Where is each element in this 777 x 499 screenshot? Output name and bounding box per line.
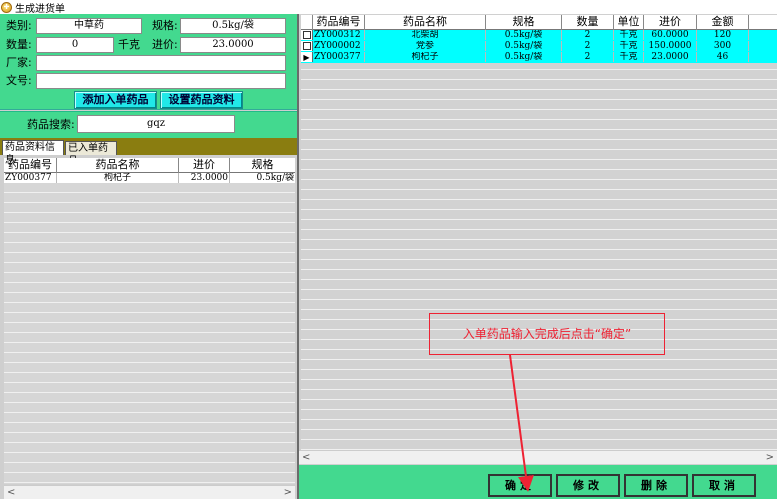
category-field[interactable]: 中草药 [36, 18, 142, 34]
table-cell: ZY000377 [4, 173, 57, 183]
window-title: 生成进货单 [15, 3, 65, 15]
left-horizontal-scrollbar[interactable]: < > [4, 485, 295, 499]
tab-strip: 药品资料信息 已入单药品 [0, 138, 297, 167]
table-cell: 0.5kg/袋 [486, 30, 562, 40]
spec-label: 规格: [152, 19, 178, 32]
maker-field[interactable] [36, 55, 286, 71]
table-row[interactable]: ZY000312 北柴胡 0.5kg/袋 2 千克 60.0000 120 [301, 30, 777, 41]
right-panel: 药品编号 药品名称 规格 数量 单位 进价 金额 ZY000312 北柴胡 0.… [299, 14, 777, 499]
row-checkbox[interactable] [301, 30, 313, 40]
table-cell: 北柴胡 [365, 30, 486, 40]
order-table: 药品编号 药品名称 规格 数量 单位 进价 金额 ZY000312 北柴胡 0.… [301, 15, 777, 450]
column-header[interactable]: 药品名称 [365, 15, 486, 30]
qty-field[interactable]: 0 [36, 37, 114, 53]
table-cell: 23.0000 [644, 52, 697, 62]
column-header[interactable]: 药品编号 [313, 15, 365, 30]
column-header[interactable]: 规格 [230, 158, 295, 173]
qty-label: 数量: [6, 38, 32, 51]
table-cell: 2 [562, 41, 614, 51]
table-cell: 千克 [614, 52, 644, 62]
table-cell: 千克 [614, 41, 644, 51]
table-cell: 千克 [614, 30, 644, 40]
right-horizontal-scrollbar[interactable]: < > [299, 450, 777, 464]
table-cell: 120 [697, 30, 749, 40]
tab-ordered-drugs[interactable]: 已入单药品 [65, 141, 117, 167]
column-header[interactable]: 药品名称 [57, 158, 179, 173]
cancel-button[interactable]: 取消 [692, 474, 756, 497]
search-input[interactable]: gqz [77, 115, 235, 133]
price-field[interactable]: 23.0000 [180, 37, 286, 53]
column-header[interactable]: 进价 [644, 15, 697, 30]
scroll-left-arrow[interactable]: < [302, 452, 310, 463]
drug-info-table: 药品编号 药品名称 进价 规格 ZY000377 枸杞子 23.0000 0.5… [4, 158, 295, 484]
table-cell: 2 [562, 52, 614, 62]
table-cell-filler [749, 30, 777, 40]
maker-label: 厂家: [6, 56, 32, 69]
left-panel: 类别: 中草药 规格: 0.5kg/袋 数量: 0 千克 进价: 23.0000… [0, 14, 297, 499]
delete-button[interactable]: 删除 [624, 474, 688, 497]
table-cell: ZY000002 [313, 41, 365, 51]
column-header[interactable]: 单位 [614, 15, 644, 30]
search-bar: 药品搜索: gqz [0, 111, 297, 138]
window-titlebar: ✚ 生成进货单 [0, 0, 777, 15]
table-cell: ZY000312 [313, 30, 365, 40]
table-cell-filler [749, 41, 777, 51]
table-cell: 0.5kg/袋 [486, 41, 562, 51]
drug-settings-button[interactable]: 设置药品资料 [160, 91, 243, 109]
scroll-left-arrow[interactable]: < [7, 487, 15, 498]
current-row-pointer-icon: ▶ [301, 52, 313, 62]
table-cell: 0.5kg/袋 [256, 173, 294, 183]
order-table-header: 药品编号 药品名称 规格 数量 单位 进价 金额 [301, 15, 777, 30]
table-row-current[interactable]: ▶ ZY000377 枸杞子 0.5kg/袋 2 千克 23.0000 46 [301, 52, 777, 63]
unit-label: 千克 [118, 38, 140, 51]
column-header[interactable]: 进价 [179, 158, 230, 173]
column-header[interactable]: 数量 [562, 15, 614, 30]
table-cell-filler [749, 52, 777, 62]
add-to-order-button[interactable]: 添加入单药品 [74, 91, 157, 109]
column-header[interactable]: 规格 [486, 15, 562, 30]
order-rows: ZY000312 北柴胡 0.5kg/袋 2 千克 60.0000 120 ZY… [301, 30, 777, 450]
table-cell: 党参 [365, 41, 486, 51]
price-label: 进价: [152, 38, 178, 51]
table-row[interactable]: ZY000377 枸杞子 23.0000 0.5kg/袋 [4, 173, 295, 183]
table-cell: 46 [697, 52, 749, 62]
table-cell: 23.0000 [179, 173, 230, 183]
column-header-filler [749, 15, 777, 30]
scroll-right-arrow[interactable]: > [766, 452, 774, 463]
confirm-button[interactable]: 确定 [488, 474, 552, 497]
instruction-callout: 入单药品输入完成后点击“确定” [429, 313, 665, 355]
table-cell: 2 [562, 30, 614, 40]
modify-button[interactable]: 修改 [556, 474, 620, 497]
table-row[interactable]: ZY000002 党参 0.5kg/袋 2 千克 150.0000 300 [301, 41, 777, 52]
category-label: 类别: [6, 19, 32, 32]
table-cell: 枸杞子 [57, 173, 179, 183]
table-cell: 枸杞子 [365, 52, 486, 62]
tab-drug-info[interactable]: 药品资料信息 [2, 140, 64, 166]
row-checkbox[interactable] [301, 41, 313, 51]
app-icon: ✚ [1, 1, 12, 13]
doc-number-field[interactable] [36, 73, 286, 89]
entry-form: 类别: 中草药 规格: 0.5kg/袋 数量: 0 千克 进价: 23.0000… [0, 14, 297, 110]
doc-number-label: 文号: [6, 74, 32, 87]
drug-info-table-header: 药品编号 药品名称 进价 规格 [4, 158, 295, 173]
table-cell: 60.0000 [644, 30, 697, 40]
column-header[interactable]: 金额 [697, 15, 749, 30]
table-cell: 0.5kg/袋 [486, 52, 562, 62]
row-indicator-header [301, 15, 313, 30]
scroll-right-arrow[interactable]: > [284, 487, 292, 498]
search-label: 药品搜索: [27, 118, 75, 131]
table-cell: 150.0000 [644, 41, 697, 51]
table-cell: ZY000377 [313, 52, 365, 62]
spec-field[interactable]: 0.5kg/袋 [180, 18, 286, 34]
table-cell: 300 [697, 41, 749, 51]
drug-info-rows: ZY000377 枸杞子 23.0000 0.5kg/袋 [4, 173, 295, 484]
